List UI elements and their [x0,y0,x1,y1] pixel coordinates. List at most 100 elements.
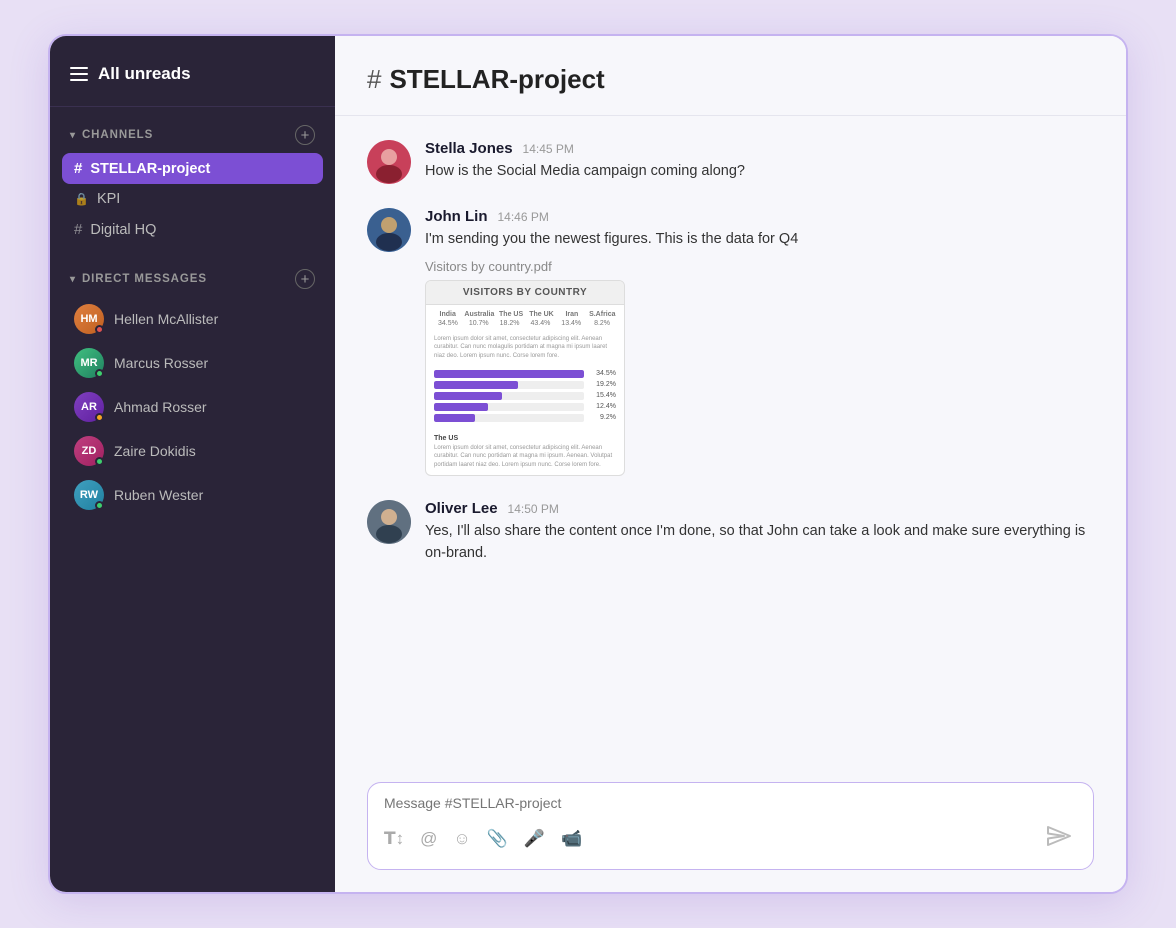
pdf-chart: 34.5% 19.2% 15.4% [426,366,624,431]
message-input[interactable] [384,795,1077,811]
emoji-icon[interactable]: ☺ [453,829,470,849]
msg-text-oliver: Yes, I'll also share the content once I'… [425,521,1094,565]
pdf-attachment[interactable]: Visitors by country.pdf VISITORS BY COUN… [425,259,1094,476]
channel-name-stellar: STELLAR-project [90,161,210,177]
message-input-box: 𝗧↕ @ ☺ 📎 🎤 📹 [367,782,1094,870]
avatar-ahmad: AR [74,392,104,422]
msg-meta-john: John Lin 14:46 PM [425,208,1094,225]
message-john: John Lin 14:46 PM I'm sending you the ne… [367,208,1094,476]
channel-title-text: STELLAR-project [389,64,604,95]
dm-item-ahmad[interactable]: AR Ahmad Rosser [62,385,323,429]
channels-chevron-icon[interactable]: ▾ [70,130,76,141]
pdf-bar-5: 9.2% [434,414,616,422]
avatar-marcus: MR [74,348,104,378]
hamburger-icon [70,67,88,81]
microphone-icon[interactable]: 🎤 [524,829,545,849]
avatar-stella [367,140,411,184]
dm-name-marcus: Marcus Rosser [114,355,208,371]
status-dot-hellen [95,325,104,334]
pdf-preview: VISITORS BY COUNTRY India Australia The … [425,280,625,476]
message-stella: Stella Jones 14:45 PM How is the Social … [367,140,1094,184]
dm-item-marcus[interactable]: MR Marcus Rosser [62,341,323,385]
dm-item-ruben[interactable]: RW Ruben Wester [62,473,323,517]
status-dot-ruben [95,501,104,510]
avatar-oliver [367,500,411,544]
pdf-filename: Visitors by country.pdf [425,259,1094,274]
sidebar-header: All unreads [50,36,335,107]
send-arrow-icon [1046,825,1072,853]
msg-content-stella: Stella Jones 14:45 PM How is the Social … [425,140,1094,183]
mention-icon[interactable]: @ [420,829,437,849]
add-dm-button[interactable]: + [295,269,315,289]
all-unreads-label: All unreads [98,64,191,84]
pdf-bar-3: 15.4% [434,392,616,400]
sidebar: All unreads ▾ CHANNELS + # STELLAR-proje… [50,36,335,892]
channel-item-kpi[interactable]: 🔒 KPI [62,184,323,214]
channels-section: ▾ CHANNELS + # STELLAR-project 🔒 KPI # D… [50,107,335,249]
channel-hash2-icon: # [74,221,82,238]
channel-name-digital-hq: Digital HQ [90,222,156,238]
input-area: 𝗧↕ @ ☺ 📎 🎤 📹 [335,768,1126,892]
pdf-header: VISITORS BY COUNTRY [426,281,624,305]
pdf-table-values-row: 34.5% 10.7% 18.2% 43.4% 13.4% 8.2% [434,320,616,327]
channel-item-stellar[interactable]: # STELLAR-project [62,153,323,184]
dm-name-ruben: Ruben Wester [114,487,203,503]
dm-name-zaire: Zaire Dokidis [114,443,196,459]
dm-item-zaire[interactable]: ZD Zaire Dokidis [62,429,323,473]
add-channel-button[interactable]: + [295,125,315,145]
channels-title: ▾ CHANNELS [70,129,153,141]
channel-hash-icon: # [74,160,82,177]
msg-time-john: 14:46 PM [498,210,549,224]
msg-content-oliver: Oliver Lee 14:50 PM Yes, I'll also share… [425,500,1094,565]
main-chat: # STELLAR-project Stella [335,36,1126,892]
msg-text-stella: How is the Social Media campaign coming … [425,161,1094,183]
pdf-bar-1: 34.5% [434,370,616,378]
dm-name-ahmad: Ahmad Rosser [114,399,207,415]
oliver-avatar-img [367,500,411,544]
pdf-bar-2: 19.2% [434,381,616,389]
status-dot-ahmad [95,413,104,422]
send-button[interactable] [1041,821,1077,857]
avatar-john [367,208,411,252]
chat-title: # STELLAR-project [367,64,1094,95]
dm-title: ▾ DIRECT MESSAGES [70,273,207,285]
format-text-icon[interactable]: 𝗧↕ [384,829,404,849]
channel-name-kpi: KPI [97,191,120,207]
pdf-table-header-row: India Australia The US The UK Iran S.Afr… [434,311,616,318]
dm-section: ▾ DIRECT MESSAGES + HM Hellen McAllister… [50,257,335,521]
msg-time-stella: 14:45 PM [523,142,574,156]
channel-hash-header-icon: # [367,64,381,95]
msg-text-john: I'm sending you the newest figures. This… [425,229,1094,251]
video-icon[interactable]: 📹 [561,829,582,849]
msg-author-john: John Lin [425,208,488,225]
msg-meta-stella: Stella Jones 14:45 PM [425,140,1094,157]
messages-area: Stella Jones 14:45 PM How is the Social … [335,116,1126,768]
dm-chevron-icon[interactable]: ▾ [70,274,76,285]
msg-meta-oliver: Oliver Lee 14:50 PM [425,500,1094,517]
dm-name-hellen: Hellen McAllister [114,311,218,327]
status-dot-zaire [95,457,104,466]
pdf-section-title: The US [426,431,624,444]
attachment-icon[interactable]: 📎 [487,829,508,849]
channel-lock-icon: 🔒 [74,192,89,206]
msg-author-stella: Stella Jones [425,140,513,157]
channel-item-digital-hq[interactable]: # Digital HQ [62,214,323,245]
msg-time-oliver: 14:50 PM [508,502,559,516]
message-oliver: Oliver Lee 14:50 PM Yes, I'll also share… [367,500,1094,565]
pdf-lorem-text2: Lorem ipsum dolor sit amet, consectetur … [426,444,624,475]
avatar-hellen: HM [74,304,104,334]
stella-avatar-img [367,140,411,184]
all-unreads-button[interactable]: All unreads [70,64,191,84]
john-avatar-img [367,208,411,252]
channels-header: ▾ CHANNELS + [62,125,323,153]
pdf-table: India Australia The US The UK Iran S.Afr… [426,305,624,335]
chat-header: # STELLAR-project [335,36,1126,116]
avatar-ruben: RW [74,480,104,510]
pdf-bar-4: 12.4% [434,403,616,411]
pdf-lorem-text: Lorem ipsum dolor sit amet, consectetur … [426,335,624,366]
dm-item-hellen[interactable]: HM Hellen McAllister [62,297,323,341]
msg-content-john: John Lin 14:46 PM I'm sending you the ne… [425,208,1094,476]
dm-header: ▾ DIRECT MESSAGES + [62,269,323,297]
avatar-zaire: ZD [74,436,104,466]
status-dot-marcus [95,369,104,378]
